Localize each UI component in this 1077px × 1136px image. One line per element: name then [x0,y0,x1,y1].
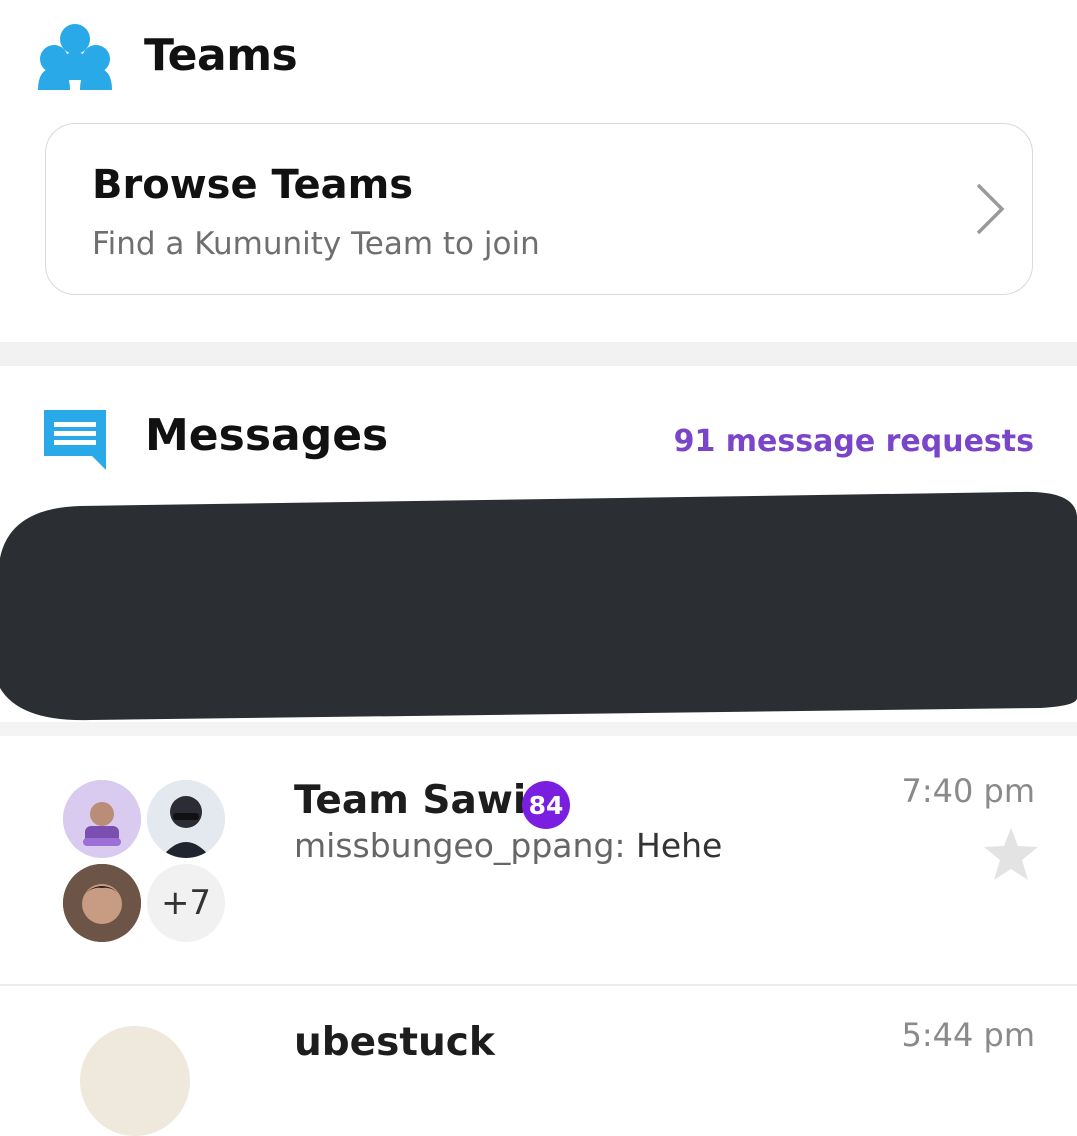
member-avatar [63,864,141,942]
more-members-count: +7 [147,864,225,942]
star-icon[interactable] [982,826,1040,882]
teams-group-icon [38,24,112,90]
conversation-name: Team Sawi [294,778,527,823]
teams-section-title: Teams [144,30,298,81]
member-avatar [147,780,225,858]
message-requests-link[interactable]: 91 message requests [674,424,1034,459]
conversation-time: 5:44 pm [901,1016,1035,1054]
last-message-sender: missbungeo_ppang: [294,826,626,865]
messages-section-title: Messages [145,410,389,461]
conversation-avatar [80,1026,190,1136]
conversation-row[interactable]: +7 Team Sawi 84 missbungeo_ppang: Hehe 7… [0,736,1077,984]
section-divider [0,342,1077,366]
chat-bubble-icon [44,410,106,470]
last-message-preview: missbungeo_ppang: Hehe [294,826,722,865]
redacted-area [0,491,1077,721]
conversation-time: 7:40 pm [901,772,1035,810]
browse-teams-title: Browse Teams [92,162,414,208]
list-divider [0,722,1077,736]
member-avatar [63,780,141,858]
conversation-name[interactable]: ubestuck [294,1020,495,1065]
browse-teams-card[interactable]: Browse Teams Find a Kumunity Team to joi… [45,123,1033,295]
unread-count-badge: 84 [522,781,570,829]
chevron-right-icon [976,183,1005,235]
browse-teams-subtitle: Find a Kumunity Team to join [92,226,540,262]
last-message-text: Hehe [636,826,723,865]
list-divider [0,984,1077,986]
